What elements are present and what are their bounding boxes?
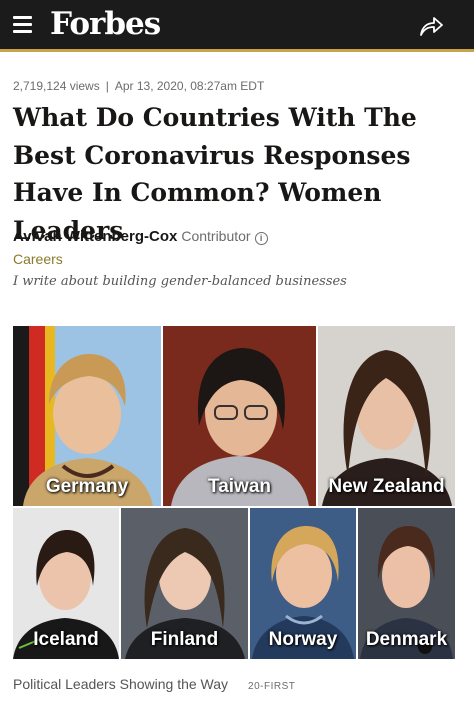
photo-tile-finland: Finland [121, 508, 248, 659]
author-tagline: I write about building gender-balanced b… [13, 274, 347, 289]
publish-date: Apr 13, 2020, 08:27am EDT [114, 79, 265, 93]
image-credit: 20-FIRST [248, 681, 296, 692]
image-caption: Political Leaders Showing the Way 20-FIRS… [13, 676, 295, 692]
share-arrow-icon[interactable] [418, 14, 444, 38]
photo-tile-norway: Norway [250, 508, 356, 659]
caption-text: Political Leaders Showing the Way [13, 676, 229, 692]
tile-label-taiwan: Taiwan [208, 476, 271, 497]
author-role: Contributor [181, 228, 251, 244]
photo-tile-germany: Germany [13, 326, 161, 506]
photo-tile-iceland: Iceland [13, 508, 119, 659]
tile-label-norway: Norway [268, 629, 338, 650]
tile-label-germany: Germany [45, 476, 129, 497]
photo-tile-taiwan: Taiwan [163, 326, 316, 506]
article-headline: What Do Countries With The Best Coronavi… [13, 103, 417, 245]
tile-label-finland: Finland [150, 629, 219, 650]
photo-tile-new-zealand: New Zealand [318, 326, 455, 506]
channel-link[interactable]: Careers [13, 251, 63, 267]
tile-label-new-zealand: New Zealand [328, 476, 445, 497]
byline: Avivah Wittenberg-Cox Contributor i [13, 228, 268, 246]
article-meta: 2,719,124 views | Apr 13, 2020, 08:27am ED… [13, 79, 264, 93]
hamburger-menu-icon[interactable] [13, 16, 32, 33]
info-circle-icon[interactable]: i [254, 232, 268, 245]
tile-label-denmark: Denmark [365, 629, 448, 650]
photo-tile-denmark: Denmark [358, 508, 455, 659]
top-navigation-bar: Forbes [0, 0, 474, 52]
meta-separator: | [105, 79, 109, 93]
tile-label-iceland: Iceland [33, 629, 99, 650]
view-count: 2,719,124 views [13, 79, 100, 93]
leaders-photo-collage[interactable]: Germany Taiwan New Zealand Iceland Finla… [13, 326, 455, 659]
author-name-link[interactable]: Avivah Wittenberg-Cox [13, 228, 177, 245]
forbes-logo[interactable]: Forbes [50, 6, 161, 42]
